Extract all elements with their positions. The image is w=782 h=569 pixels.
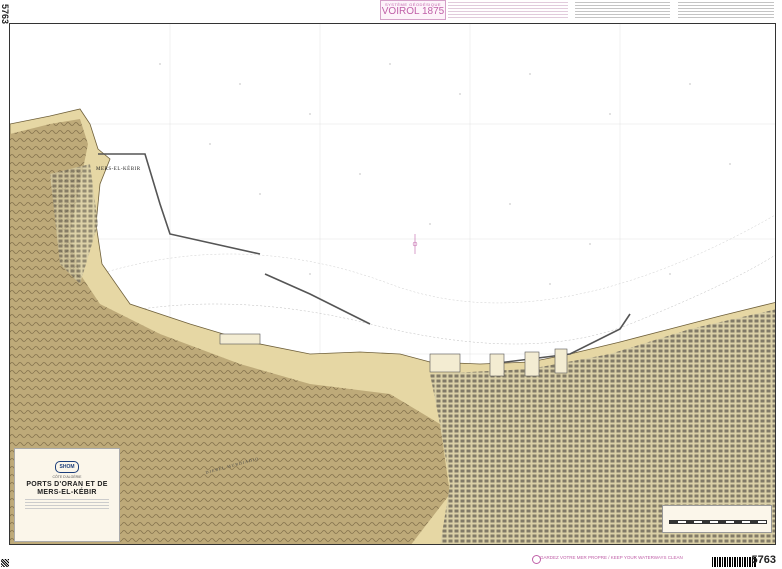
sheet-number-bottom: 5763 [751,554,776,566]
scale-bar-box [662,505,772,533]
cartouche-text-line [25,508,109,509]
cartouche-text-line [25,502,109,503]
geodesy-box: SYSTÈME GÉODÉSIQUE VOIROL 1875 [380,0,446,20]
sheet-number-top: 5763 [0,4,10,25]
shom-logo: SHOM [55,461,79,473]
nautical-chart [10,24,775,544]
qr-code [1,559,9,567]
barcode [712,557,756,567]
top-notes-right [678,0,774,18]
cartouche-title: PORTS D'ORAN ET DE MERS-EL-KÉBIR [26,481,108,496]
cartouche-text-line [25,499,109,500]
cartouche-text-line [25,505,109,506]
geodesy-line2: VOIROL 1875 [381,6,445,17]
chart-frame [9,23,776,545]
keep-clean-note: GARDEZ VOTRE MER PROPRE / KEEP YOUR WATE… [540,555,683,560]
top-notes-left [575,0,670,18]
label-mers-el-kebir: MERS-EL-KÉBIR [96,167,141,172]
top-notes-magenta [448,0,568,18]
title-cartouche: SHOM CÔTE D'ALGÉRIE PORTS D'ORAN ET DE M… [14,448,120,542]
scale-bar [669,520,767,524]
cartouche-region: CÔTE D'ALGÉRIE [52,475,82,479]
